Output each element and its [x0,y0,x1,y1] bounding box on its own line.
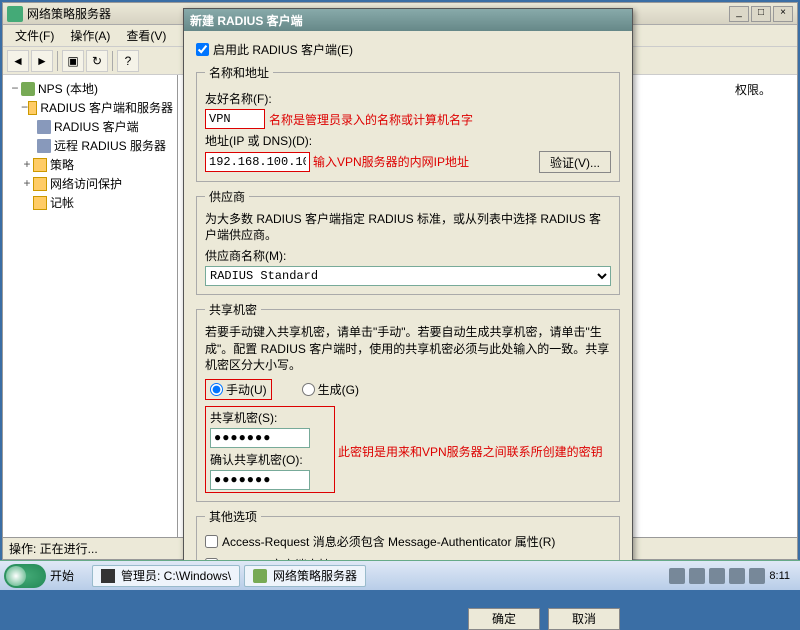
secret-label: 共享机密(S): [210,409,330,426]
start-button[interactable] [4,564,46,588]
tree-root-nps[interactable]: −NPS (本地) [7,79,173,98]
friendly-name-label: 友好名称(F): [205,90,611,107]
tree-nap[interactable]: +网络访问保护 [7,174,173,193]
refresh-button[interactable]: ↻ [86,50,108,72]
enable-radius-checkbox[interactable] [196,43,209,56]
vendor-name-select[interactable]: RADIUS Standard [205,266,611,286]
tray-icon[interactable] [689,568,705,584]
vendor-group: 供应商 为大多数 RADIUS 客户端指定 RADIUS 标准，或从列表中选择 … [196,188,620,295]
start-orb-icon [6,566,26,586]
nps-app-icon [7,6,23,22]
minimize-button[interactable]: _ [729,6,749,22]
cmd-icon [101,569,115,583]
client-icon [37,120,51,134]
name-annotation: 名称是管理员录入的名称或计算机名字 [269,111,473,128]
nps-icon [21,82,35,96]
secret-annotation: 此密钥是用来和VPN服务器之间联系所创建的密钥 [338,443,603,460]
name-address-legend: 名称和地址 [205,64,273,81]
shared-secret-group: 共享机密 若要手动键入共享机密，请单击"手动"。若要自动生成共享机密，请单击"生… [196,301,620,502]
system-tray: 8:11 [669,568,796,584]
ok-button[interactable]: 确定 [468,608,540,630]
enable-radius-label: 启用此 RADIUS 客户端(E) [213,41,353,58]
folder-icon [33,158,47,172]
tree-radius-group[interactable]: −RADIUS 客户端和服务器 [7,98,173,117]
vendor-name-label: 供应商名称(M): [205,247,611,264]
back-button[interactable]: ◄ [7,50,29,72]
access-request-checkbox[interactable] [205,535,218,548]
tray-icon[interactable] [669,568,685,584]
other-options-legend: 其他选项 [205,508,261,525]
secret-input[interactable] [210,428,310,448]
server-icon [37,139,51,153]
address-label: 地址(IP 或 DNS)(D): [205,132,611,149]
taskbar-cmd-task[interactable]: 管理员: C:\Windows\ [92,565,240,587]
address-input[interactable] [205,152,310,172]
tree-radius-clients[interactable]: RADIUS 客户端 [7,117,173,136]
verify-button[interactable]: 验证(V)... [539,151,611,173]
new-radius-client-dialog: 新建 RADIUS 客户端 启用此 RADIUS 客户端(E) 名称和地址 友好… [183,8,633,563]
help-button[interactable]: ? [117,50,139,72]
menu-action[interactable]: 操作(A) [62,25,118,46]
start-label: 开始 [50,567,74,584]
shared-secret-legend: 共享机密 [205,301,261,318]
confirm-secret-label: 确认共享机密(O): [210,451,330,468]
taskbar-clock[interactable]: 8:11 [769,570,790,582]
access-request-label: Access-Request 消息必须包含 Message-Authentica… [222,533,555,550]
tree-policies[interactable]: +策略 [7,155,173,174]
menu-view[interactable]: 查看(V) [118,25,174,46]
manual-radio[interactable] [210,383,223,396]
tray-volume-icon[interactable] [749,568,765,584]
tray-network-icon[interactable] [729,568,745,584]
taskbar: 开始 管理员: C:\Windows\ 网络策略服务器 8:11 [0,560,800,590]
vendor-legend: 供应商 [205,188,249,205]
name-address-group: 名称和地址 友好名称(F): 名称是管理员录入的名称或计算机名字 地址(IP 或… [196,64,620,182]
up-button[interactable]: ▣ [62,50,84,72]
tree-panel: −NPS (本地) −RADIUS 客户端和服务器 RADIUS 客户端 远程 … [3,75,178,537]
generate-radio-wrap[interactable]: 生成(G) [302,379,359,400]
tree-remote-radius[interactable]: 远程 RADIUS 服务器 [7,136,173,155]
nps-icon [253,569,267,583]
forward-button[interactable]: ► [31,50,53,72]
manual-radio-wrap[interactable]: 手动(U) [205,379,272,400]
shared-secret-description: 若要手动键入共享机密，请单击"手动"。若要自动生成共享机密，请单击"生成"。配置… [205,324,611,373]
tray-icon[interactable] [709,568,725,584]
taskbar-nps-task[interactable]: 网络策略服务器 [244,565,366,587]
ip-annotation: 输入VPN服务器的内网IP地址 [313,153,469,170]
dialog-title-bar: 新建 RADIUS 客户端 [184,9,632,31]
dialog-title: 新建 RADIUS 客户端 [190,12,303,29]
folder-icon [33,196,47,210]
folder-icon [33,177,47,191]
tree-accounting[interactable]: 记帐 [7,193,173,212]
friendly-name-input[interactable] [205,109,265,129]
generate-radio[interactable] [302,383,315,396]
vendor-description: 为大多数 RADIUS 客户端指定 RADIUS 标准，或从列表中选择 RADI… [205,211,611,243]
confirm-secret-input[interactable] [210,470,310,490]
menu-file[interactable]: 文件(F) [7,25,62,46]
folder-icon [28,101,37,115]
close-button[interactable]: × [773,6,793,22]
cancel-button[interactable]: 取消 [548,608,620,630]
status-text: 操作: 正在进行... [9,540,98,557]
maximize-button[interactable]: □ [751,6,771,22]
